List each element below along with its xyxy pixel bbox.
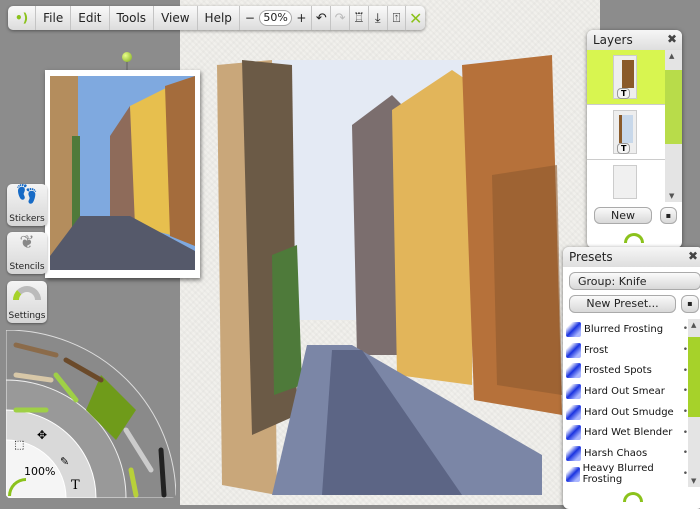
settings-button[interactable]: Settings bbox=[7, 281, 47, 323]
menu-help[interactable]: Help bbox=[198, 6, 240, 30]
preset-brush-icon bbox=[566, 445, 581, 461]
undo-icon[interactable]: ↶ bbox=[312, 6, 332, 30]
redo-icon[interactable]: ↷ bbox=[331, 6, 351, 30]
preset-list: Blurred Frosting • Frost • Frosted Spots • Har… bbox=[566, 319, 688, 486]
menu-tools[interactable]: Tools bbox=[110, 6, 155, 30]
preset-item[interactable]: Frosted Spots • bbox=[566, 360, 688, 381]
preset-brush-icon bbox=[566, 466, 580, 482]
menu-file[interactable]: File bbox=[36, 6, 72, 30]
transform-icon[interactable]: ✥ bbox=[37, 428, 47, 442]
pin-icon bbox=[122, 52, 132, 62]
preset-label: Blurred Frosting bbox=[584, 323, 664, 335]
presets-scrollbar[interactable]: ▲ ▼ bbox=[688, 319, 700, 487]
layers-scrollbar[interactable]: ▲ ▼ bbox=[665, 50, 682, 202]
close-icon[interactable]: ✕ bbox=[406, 6, 425, 30]
layer-menu-icon[interactable]: ▪ bbox=[660, 207, 677, 224]
presets-scroll-thumb[interactable] bbox=[688, 337, 700, 417]
new-layer-button[interactable]: New bbox=[594, 207, 652, 224]
settings-label: Settings bbox=[8, 311, 46, 321]
layers-scroll-thumb[interactable] bbox=[665, 70, 682, 144]
preset-brush-icon bbox=[566, 342, 581, 358]
zoom-input[interactable]: 50% bbox=[258, 10, 293, 26]
reference-image[interactable] bbox=[45, 70, 200, 278]
reference-photo bbox=[50, 76, 195, 270]
zoom-in-button[interactable]: + bbox=[296, 6, 313, 30]
layer-type-badge: T bbox=[617, 143, 631, 154]
preset-label: Heavy Blurred Frosting bbox=[582, 463, 654, 486]
collapse-grip-icon[interactable] bbox=[623, 492, 643, 502]
layers-title: Layers bbox=[593, 33, 633, 47]
preset-group-dropdown[interactable]: Group: Knife bbox=[569, 272, 700, 290]
preset-label: Hard Out Smudge bbox=[584, 406, 674, 418]
preset-label: Hard Wet Blender bbox=[584, 427, 673, 439]
preset-item[interactable]: Frost • bbox=[566, 340, 688, 361]
stencils-button[interactable]: ❦ Stencils bbox=[7, 232, 47, 274]
preset-item[interactable]: Hard Out Smear • bbox=[566, 381, 688, 402]
layer-type-badge: T bbox=[617, 88, 631, 99]
settings-gauge-icon bbox=[13, 286, 41, 300]
layer-thumbnail bbox=[613, 165, 637, 199]
preset-item[interactable]: Blurred Frosting • bbox=[566, 319, 688, 340]
color-picker-icon[interactable]: ✎ bbox=[60, 455, 69, 468]
import-icon[interactable]: ⤓ bbox=[369, 6, 388, 30]
layer-item-3[interactable] bbox=[587, 160, 665, 202]
stickers-button[interactable]: 👣 Stickers bbox=[7, 184, 47, 226]
preset-item[interactable]: Heavy Blurred Frosting • bbox=[566, 463, 688, 486]
collapse-grip-icon[interactable] bbox=[624, 233, 644, 243]
preset-item[interactable]: Hard Out Smudge • bbox=[566, 402, 688, 423]
canvas-painting[interactable] bbox=[212, 55, 568, 495]
preset-menu-icon[interactable]: ▪ bbox=[681, 295, 699, 313]
preset-brush-icon bbox=[566, 363, 581, 379]
presets-title: Presets bbox=[569, 250, 613, 264]
stencil-icon: ❦ bbox=[19, 232, 35, 253]
close-layers-icon[interactable]: ✖ bbox=[667, 32, 677, 46]
new-preset-button[interactable]: New Preset... bbox=[569, 295, 676, 313]
text-tool-icon[interactable]: T bbox=[71, 478, 80, 493]
layer-item-1-selected[interactable]: T bbox=[587, 50, 665, 105]
preset-brush-icon bbox=[566, 404, 581, 420]
easel-icon[interactable]: ♖ bbox=[350, 6, 369, 30]
export-icon[interactable]: ⍐ bbox=[388, 6, 407, 30]
menu-view[interactable]: View bbox=[154, 6, 198, 30]
preset-label: Harsh Chaos bbox=[584, 447, 648, 459]
preset-label: Frosted Spots bbox=[584, 365, 652, 377]
preset-label: Frost bbox=[584, 344, 609, 356]
layer-item-2[interactable]: T bbox=[587, 105, 665, 160]
stencils-label: Stencils bbox=[9, 262, 45, 272]
preset-label: Hard Out Smear bbox=[584, 385, 665, 397]
close-presets-icon[interactable]: ✖ bbox=[688, 249, 698, 263]
tool-wheel: ⬚ ✥ ✎ T 100% bbox=[6, 330, 176, 498]
logo-icon: •) bbox=[15, 11, 29, 25]
menu-edit[interactable]: Edit bbox=[71, 6, 110, 30]
canvas-zoom-label: 100% bbox=[24, 465, 56, 478]
footprint-icon: 👣 bbox=[15, 184, 39, 205]
preset-brush-icon bbox=[566, 425, 581, 441]
preset-item[interactable]: Harsh Chaos • bbox=[566, 443, 688, 464]
stickers-label: Stickers bbox=[9, 214, 45, 224]
layers-panel: Layers ✖ T T ▲ ▼ New ▪ bbox=[587, 30, 682, 248]
preset-brush-icon bbox=[566, 383, 581, 399]
zoom-out-button[interactable]: − bbox=[240, 11, 255, 25]
main-toolbar: •) File Edit Tools View Help − 50% + ↶ ↷… bbox=[8, 6, 425, 30]
preset-brush-icon bbox=[566, 321, 581, 337]
app-logo-button[interactable]: •) bbox=[8, 6, 37, 30]
marquee-select-icon[interactable]: ⬚ bbox=[14, 438, 24, 451]
presets-panel: Presets ✖ Group: Knife New Preset... ▪ Bl… bbox=[563, 247, 700, 509]
preset-item[interactable]: Hard Wet Blender • bbox=[566, 422, 688, 443]
